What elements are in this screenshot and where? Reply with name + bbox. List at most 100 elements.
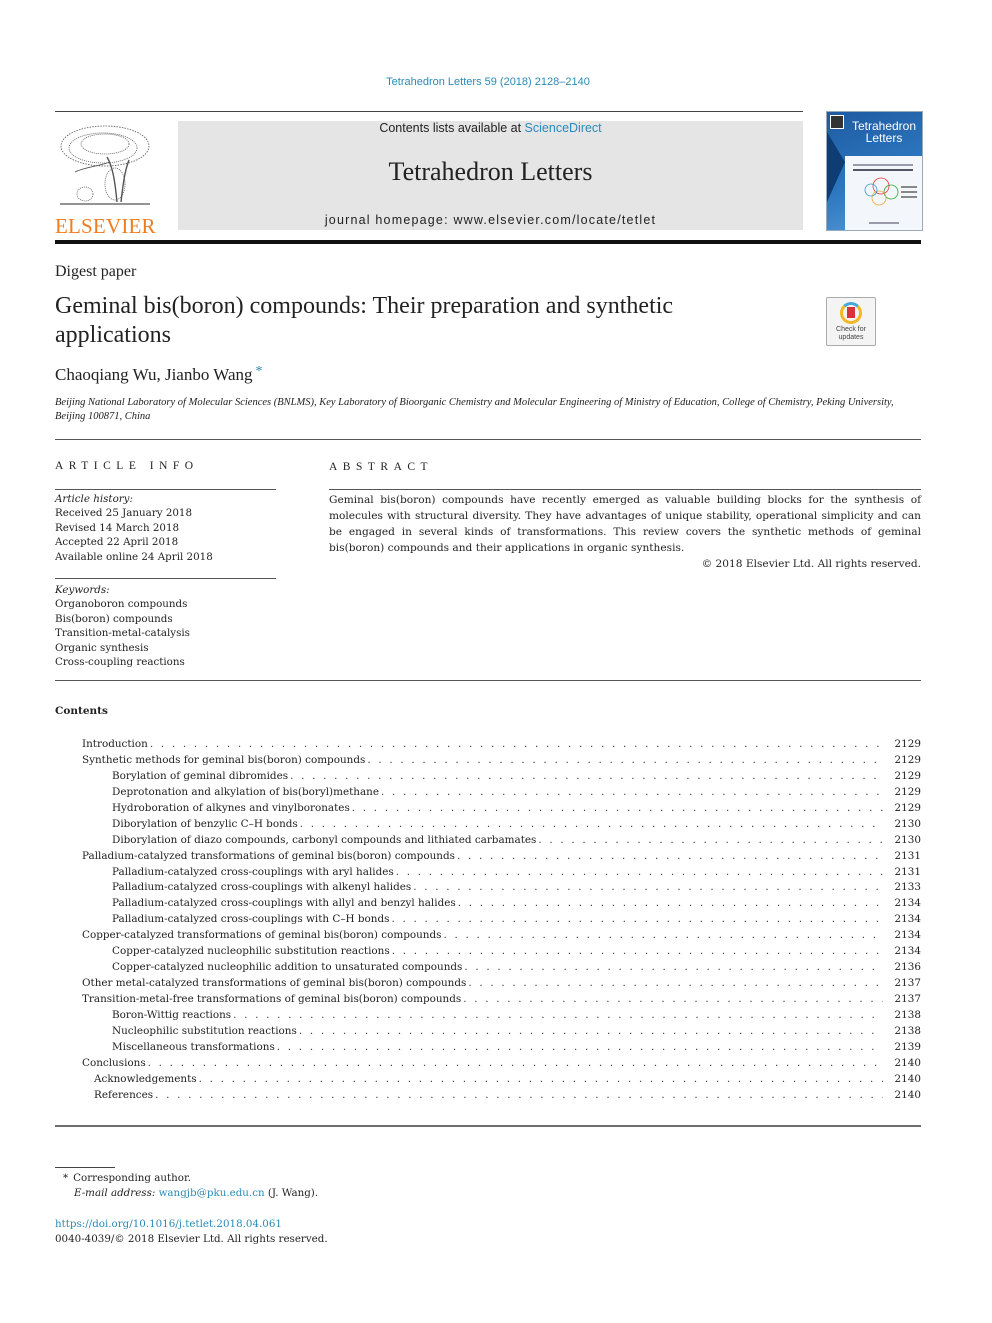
toc-entry-label[interactable]: Diborylation of diazo compounds, carbony… (112, 831, 539, 848)
toc-entry-label[interactable]: Deprotonation and alkylation of bis(bory… (112, 783, 382, 800)
toc-entry-page[interactable]: 2134 (883, 943, 921, 959)
toc-entry-label[interactable]: Miscellaneous transformations (112, 1038, 277, 1055)
toc-entry-page[interactable]: 2130 (883, 816, 921, 832)
toc-entry-label[interactable]: Palladium-catalyzed transformations of g… (82, 847, 457, 864)
toc-entry-page[interactable]: 2129 (883, 752, 921, 768)
contents-divider (55, 680, 921, 681)
toc-leader-dots: . . . . . . . . . . . . . . . . . . . . … (381, 785, 883, 798)
toc-entry[interactable]: Miscellaneous transformations . . . . . … (55, 1038, 921, 1055)
article-info-divider (55, 489, 276, 490)
toc-entry[interactable]: Palladium-catalyzed cross-couplings with… (55, 879, 921, 896)
toc-entry[interactable]: Copper-catalyzed transformations of gemi… (55, 927, 921, 944)
toc-entry[interactable]: References . . . . . . . . . . . . . . .… (55, 1086, 921, 1103)
toc-leader-dots: . . . . . . . . . . . . . . . . . . . . … (351, 801, 883, 814)
toc-entry[interactable]: Introduction . . . . . . . . . . . . . .… (55, 736, 921, 752)
toc-entry-page[interactable]: 2129 (883, 768, 921, 784)
toc-entry[interactable]: Copper-catalyzed nucleophilic addition t… (55, 959, 921, 976)
toc-entry-page[interactable]: 2137 (883, 975, 921, 991)
toc-entry-page[interactable]: 2133 (883, 879, 921, 895)
toc-entry[interactable]: Palladium-catalyzed cross-couplings with… (55, 895, 921, 912)
homepage-link[interactable]: www.elsevier.com/locate/tetlet (453, 213, 656, 227)
toc-entry-page[interactable]: 2129 (883, 800, 921, 816)
toc-entry-page[interactable]: 2134 (883, 911, 921, 927)
doi-block: https://doi.org/10.1016/j.tetlet.2018.04… (55, 1217, 328, 1246)
email-label: E-mail address: (74, 1187, 156, 1199)
toc-entry[interactable]: Boron-Wittig reactions . . . . . . . . .… (55, 1006, 921, 1023)
toc-entry-label[interactable]: Palladium-catalyzed cross-couplings with… (112, 895, 458, 912)
toc-entry-label[interactable]: Boron-Wittig reactions (112, 1006, 234, 1023)
toc-entry-label[interactable]: Palladium-catalyzed cross-couplings with… (112, 879, 414, 896)
toc-entry-label[interactable]: Copper-catalyzed transformations of gemi… (82, 927, 444, 944)
toc-entry[interactable]: Diborylation of diazo compounds, carbony… (55, 831, 921, 848)
toc-entry-page[interactable]: 2138 (883, 1007, 921, 1023)
toc-entry-page[interactable]: 2139 (883, 1039, 921, 1055)
journal-citation[interactable]: Tetrahedron Letters 59 (2018) 2128–2140 (0, 76, 976, 88)
toc-entry[interactable]: Transition-metal-free transformations of… (55, 991, 921, 1007)
toc-entry-page[interactable]: 2131 (883, 848, 921, 864)
contents-available-text: Contents lists available at (379, 121, 525, 135)
toc-entry[interactable]: Deprotonation and alkylation of bis(bory… (55, 783, 921, 800)
keywords-divider (55, 578, 276, 579)
toc-entry-label[interactable]: Introduction (82, 736, 150, 752)
toc-entry-label[interactable]: Acknowledgements (94, 1070, 199, 1087)
toc-entry-label[interactable]: Palladium-catalyzed cross-couplings with… (112, 863, 396, 880)
cover-panel (845, 156, 922, 230)
toc-entry-page[interactable]: 2140 (883, 1071, 921, 1087)
toc-entry-label[interactable]: Hydroboration of alkynes and vinylborona… (112, 799, 352, 816)
toc-entry[interactable]: Palladium-catalyzed transformations of g… (55, 847, 921, 864)
journal-cover-image[interactable]: Tetrahedron Letters (826, 111, 923, 231)
toc-entry-label[interactable]: Conclusions (82, 1054, 148, 1071)
toc-entry-page[interactable]: 2131 (883, 864, 921, 880)
toc-entry[interactable]: Palladium-catalyzed cross-couplings with… (55, 911, 921, 928)
toc-entry-label[interactable]: Copper-catalyzed nucleophilic substituti… (112, 943, 392, 960)
toc-entry-page[interactable]: 2134 (883, 927, 921, 943)
toc-entry-label[interactable]: References (94, 1086, 156, 1103)
cover-graphic (827, 132, 845, 202)
affiliation-divider (55, 439, 921, 440)
toc-entry-label[interactable]: Other metal-catalyzed transformations of… (82, 975, 469, 991)
toc-entry[interactable]: Borylation of geminal dibromides . . . .… (55, 767, 921, 784)
toc-entry[interactable]: Acknowledgements . . . . . . . . . . . .… (55, 1070, 921, 1087)
elsevier-wordmark: ELSEVIER (55, 214, 156, 238)
toc-entry-page[interactable]: 2140 (883, 1087, 921, 1103)
toc-entry-page[interactable]: 2129 (883, 784, 921, 800)
corresponding-author-link[interactable]: * (256, 364, 263, 379)
history-accepted: Accepted 22 April 2018 (55, 536, 179, 549)
toc-entry-page[interactable]: 2138 (883, 1023, 921, 1039)
toc-entry[interactable]: Nucleophilic substitution reactions . . … (55, 1022, 921, 1039)
history-received: Received 25 January 2018 (55, 507, 193, 520)
toc-entry[interactable]: Palladium-catalyzed cross-couplings with… (55, 863, 921, 880)
check-updates-label: Check for updates (827, 326, 875, 342)
toc-entry[interactable]: Hydroboration of alkynes and vinylborona… (55, 799, 921, 816)
toc-entry-page[interactable]: 2129 (883, 736, 921, 752)
toc-entry-page[interactable]: 2130 (883, 832, 921, 848)
cover-title: Tetrahedron Letters (849, 120, 919, 144)
toc-entry-page[interactable]: 2136 (883, 959, 921, 975)
toc-entry[interactable]: Synthetic methods for geminal bis(boron)… (55, 751, 921, 768)
check-for-updates-button[interactable]: Check for updates (826, 297, 876, 346)
toc-entry-label[interactable]: Palladium-catalyzed cross-couplings with… (112, 911, 392, 928)
toc-entry-label[interactable]: Synthetic methods for geminal bis(boron)… (82, 751, 368, 768)
citation-link[interactable]: Tetrahedron Letters 59 (2018) 2128–2140 (386, 76, 590, 88)
contents-end-divider (55, 1125, 921, 1127)
toc-entry[interactable]: Diborylation of benzylic C–H bonds . . .… (55, 815, 921, 832)
authors[interactable]: Chaoqiang Wu, Jianbo Wang (55, 365, 253, 384)
toc-entry-label[interactable]: Transition-metal-free transformations of… (82, 991, 464, 1007)
toc-entry-label[interactable]: Copper-catalyzed nucleophilic addition t… (112, 959, 465, 976)
toc-entry-page[interactable]: 2137 (883, 991, 921, 1007)
toc-entry[interactable]: Conclusions . . . . . . . . . . . . . . … (55, 1054, 921, 1071)
toc-entry[interactable]: Other metal-catalyzed transformations of… (55, 975, 921, 991)
toc-entry-page[interactable]: 2134 (883, 895, 921, 911)
sciencedirect-link[interactable]: ScienceDirect (525, 121, 602, 135)
toc-entry-label[interactable]: Diborylation of benzylic C–H bonds (112, 815, 300, 832)
toc-entry-page[interactable]: 2140 (883, 1055, 921, 1071)
toc-leader-dots: . . . . . . . . . . . . . . . . . . . . … (413, 881, 883, 894)
toc-entry-label[interactable]: Borylation of geminal dibromides (112, 767, 291, 784)
email-link[interactable]: wangjb@pku.edu.cn (159, 1187, 265, 1199)
toc-leader-dots: . . . . . . . . . . . . . . . . . . . . … (468, 977, 883, 990)
toc-entry[interactable]: Copper-catalyzed nucleophilic substituti… (55, 943, 921, 960)
elsevier-logo: ELSEVIER (55, 122, 156, 238)
doi-link[interactable]: https://doi.org/10.1016/j.tetlet.2018.04… (55, 1217, 328, 1232)
toc-leader-dots: . . . . . . . . . . . . . . . . . . . . … (538, 833, 883, 846)
toc-entry-label[interactable]: Nucleophilic substitution reactions (112, 1022, 299, 1039)
